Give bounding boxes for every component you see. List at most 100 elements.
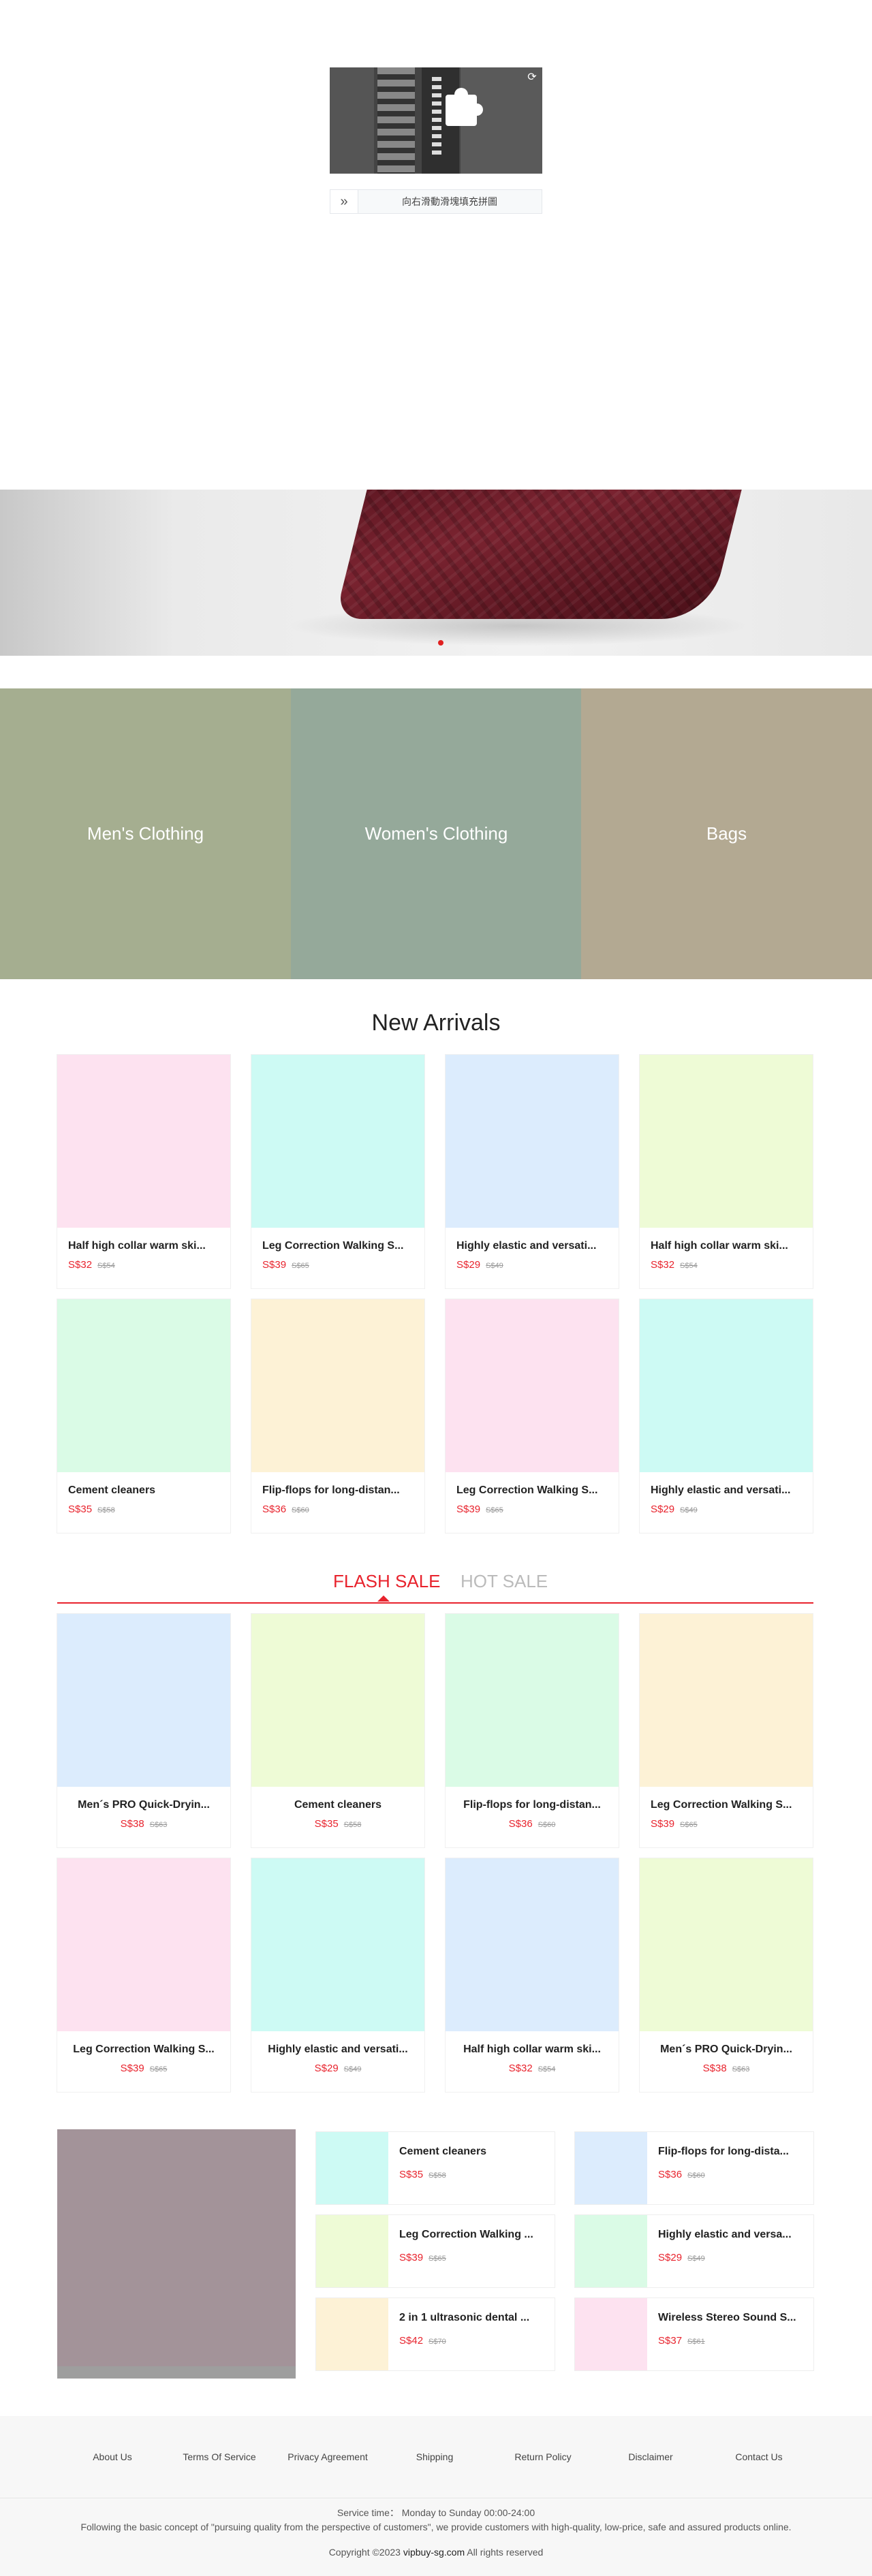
product-name[interactable]: Leg Correction Walking S... xyxy=(68,2044,219,2056)
product-name[interactable]: Wireless Stereo Sound S... xyxy=(658,2312,805,2324)
footer-link[interactable]: Disclaimer xyxy=(628,2451,672,2462)
double-chevron-right-icon[interactable]: » xyxy=(330,190,358,213)
product-old-price: S$60 xyxy=(292,1506,309,1514)
product-name[interactable]: Highly elastic and versa... xyxy=(658,2229,805,2241)
product-old-price: S$54 xyxy=(680,1262,698,1270)
product-price: S$38 xyxy=(702,2063,727,2074)
product-image[interactable] xyxy=(575,2298,647,2370)
product-name[interactable]: 2 in 1 ultrasonic dental ... xyxy=(399,2312,546,2324)
product-name[interactable]: Highly elastic and versati... xyxy=(651,1484,802,1497)
service-time: Service time： Monday to Sunday 00:00-24:… xyxy=(337,2507,535,2518)
product-image[interactable] xyxy=(575,2132,647,2204)
carousel-dot-active[interactable] xyxy=(438,640,443,646)
category-tile[interactable]: Men's Clothing xyxy=(0,688,291,979)
promo-image[interactable] xyxy=(57,2129,296,2379)
product-image[interactable] xyxy=(251,1299,424,1472)
product-image[interactable] xyxy=(575,2215,647,2287)
product-prices: S$36 S$60 xyxy=(658,2169,705,2181)
product-name[interactable]: Half high collar warm ski... xyxy=(651,1240,802,1252)
product-image[interactable] xyxy=(446,1055,619,1228)
category-tile[interactable]: Bags xyxy=(581,688,872,979)
refresh-icon[interactable]: ⟳ xyxy=(526,71,538,84)
product-name[interactable]: Men´s PRO Quick-Dryin... xyxy=(68,1799,219,1811)
product-name[interactable]: Leg Correction Walking ... xyxy=(399,2229,546,2241)
product-image[interactable] xyxy=(57,1055,230,1228)
product-name[interactable]: Half high collar warm ski... xyxy=(68,1240,219,1252)
product-prices: S$38 S$63 xyxy=(651,2063,802,2075)
product-price: S$35 xyxy=(399,2169,424,2180)
footer-link[interactable]: Privacy Agreement xyxy=(287,2451,368,2462)
product-image[interactable] xyxy=(251,1614,424,1787)
footer-link[interactable]: Return Policy xyxy=(514,2451,571,2462)
product-name[interactable]: Cement cleaners xyxy=(399,2146,546,2158)
copyright-host-link[interactable]: vipbuy-sg.com xyxy=(403,2547,465,2558)
product-name[interactable]: Highly elastic and versati... xyxy=(456,1240,608,1252)
footer-link[interactable]: Shipping xyxy=(416,2451,454,2462)
product-card[interactable]: Cement cleaners S$35 S$58 xyxy=(251,1614,424,1847)
product-image[interactable] xyxy=(57,1858,230,2031)
product-card[interactable]: Half high collar warm ski... S$32 S$54 xyxy=(57,1055,230,1288)
product-image[interactable] xyxy=(640,1299,813,1472)
captcha-slider[interactable]: » 向右滑動滑塊填充拼圖 xyxy=(330,189,542,214)
product-name[interactable]: Leg Correction Walking S... xyxy=(262,1240,414,1252)
product-image[interactable] xyxy=(251,1858,424,2031)
product-image[interactable] xyxy=(446,1299,619,1472)
product-card[interactable]: Leg Correction Walking S... S$39 S$65 xyxy=(251,1055,424,1288)
product-name[interactable]: Half high collar warm ski... xyxy=(456,2044,608,2056)
product-price: S$29 xyxy=(658,2252,683,2263)
product-image[interactable] xyxy=(446,1614,619,1787)
product-prices: S$35 S$58 xyxy=(399,2169,446,2181)
product-card[interactable]: Flip-flops for long-distan... S$36 S$60 xyxy=(251,1299,424,1533)
product-name[interactable]: Flip-flops for long-distan... xyxy=(456,1799,608,1811)
product-card[interactable]: Leg Correction Walking S... S$39 S$65 xyxy=(57,1858,230,2092)
product-card[interactable]: Leg Correction Walking S... S$39 S$65 xyxy=(640,1614,813,1847)
product-name[interactable]: Cement cleaners xyxy=(262,1799,414,1811)
product-image[interactable] xyxy=(57,1299,230,1472)
product-card[interactable]: Half high collar warm ski... S$32 S$54 xyxy=(446,1858,619,2092)
product-image[interactable] xyxy=(640,1858,813,2031)
product-name[interactable]: Men´s PRO Quick-Dryin... xyxy=(651,2044,802,2056)
product-image[interactable] xyxy=(316,2132,388,2204)
product-card[interactable]: Half high collar warm ski... S$32 S$54 xyxy=(640,1055,813,1288)
product-card[interactable]: Highly elastic and versati... S$29 S$49 xyxy=(640,1299,813,1533)
product-card[interactable]: Cement cleaners S$35 S$58 xyxy=(57,1299,230,1533)
tab-flash-sale[interactable]: FLASH SALE xyxy=(333,1571,441,1592)
hero-banner[interactable] xyxy=(0,490,872,656)
product-name[interactable]: Flip-flops for long-distan... xyxy=(262,1484,414,1497)
product-image[interactable] xyxy=(640,1614,813,1787)
product-image[interactable] xyxy=(316,2215,388,2287)
footer-link[interactable]: Contact Us xyxy=(735,2451,782,2462)
product-image[interactable] xyxy=(446,1858,619,2031)
tab-hot-sale[interactable]: HOT SALE xyxy=(461,1571,548,1592)
product-name[interactable]: Cement cleaners xyxy=(68,1484,219,1497)
product-name[interactable]: Leg Correction Walking S... xyxy=(651,1799,802,1811)
promo-product[interactable]: Cement cleaners S$35 S$58 xyxy=(316,2132,555,2204)
promo-product[interactable]: Leg Correction Walking ... S$39 S$65 xyxy=(316,2215,555,2287)
product-price: S$36 xyxy=(658,2169,683,2180)
promo-product[interactable]: Highly elastic and versa... S$29 S$49 xyxy=(575,2215,813,2287)
product-name[interactable]: Leg Correction Walking S... xyxy=(456,1484,608,1497)
product-image[interactable] xyxy=(57,1614,230,1787)
product-card[interactable]: Highly elastic and versati... S$29 S$49 xyxy=(446,1055,619,1288)
product-image[interactable] xyxy=(251,1055,424,1228)
promo-product[interactable]: 2 in 1 ultrasonic dental ... S$42 S$70 xyxy=(316,2298,555,2370)
product-card[interactable]: Men´s PRO Quick-Dryin... S$38 S$63 xyxy=(57,1614,230,1847)
promo-product[interactable]: Wireless Stereo Sound S... S$37 S$61 xyxy=(575,2298,813,2370)
product-card[interactable]: Flip-flops for long-distan... S$36 S$60 xyxy=(446,1614,619,1847)
product-name[interactable]: Flip-flops for long-dista... xyxy=(658,2146,805,2158)
product-card[interactable]: Men´s PRO Quick-Dryin... S$38 S$63 xyxy=(640,1858,813,2092)
product-name[interactable]: Highly elastic and versati... xyxy=(262,2044,414,2056)
product-price: S$39 xyxy=(651,1818,675,1830)
product-old-price: S$54 xyxy=(97,1262,115,1270)
product-card[interactable]: Highly elastic and versati... S$29 S$49 xyxy=(251,1858,424,2092)
product-price: S$37 xyxy=(658,2335,683,2347)
footer-link[interactable]: Terms Of Service xyxy=(183,2451,255,2462)
product-image[interactable] xyxy=(640,1055,813,1228)
puzzle-piece-slot xyxy=(446,88,483,126)
product-prices: S$32 S$54 xyxy=(651,1259,802,1271)
promo-product[interactable]: Flip-flops for long-dista... S$36 S$60 xyxy=(575,2132,813,2204)
product-image[interactable] xyxy=(316,2298,388,2370)
category-tile[interactable]: Women's Clothing xyxy=(291,688,582,979)
footer-link[interactable]: About Us xyxy=(93,2451,132,2462)
product-card[interactable]: Leg Correction Walking S... S$39 S$65 xyxy=(446,1299,619,1533)
